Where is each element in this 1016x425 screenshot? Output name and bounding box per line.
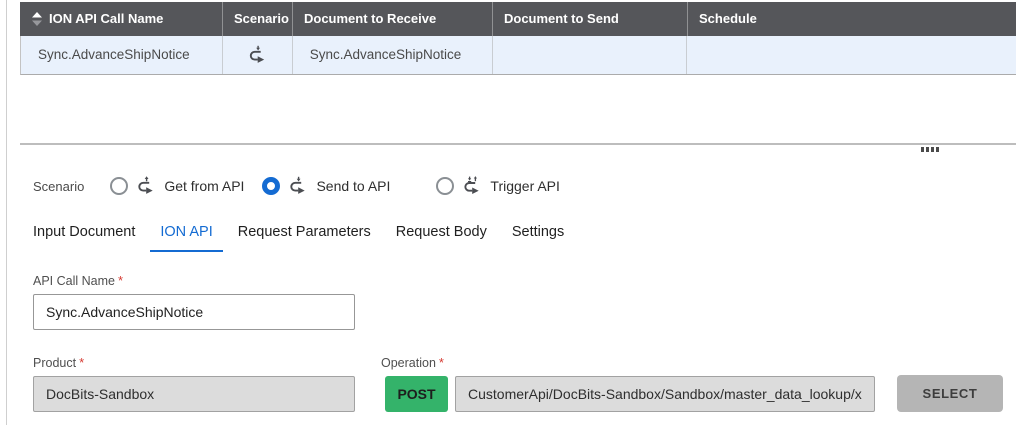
column-header-scenario: Scenario [222,2,292,36]
radio-label: Send to API [316,178,390,194]
panel-left-border [6,0,7,425]
sort-icon [32,12,42,26]
api-call-name-input[interactable] [33,294,355,330]
trigger-api-icon [462,176,482,196]
product-label: Product* [33,355,84,370]
table-header-row: ION API Call Name Scenario Document to R… [20,2,1016,36]
product-input [33,376,355,412]
column-header-schedule: Schedule [687,2,1016,36]
cell-scenario [223,36,293,74]
column-header-ion-api-call-name[interactable]: ION API Call Name [20,2,222,36]
column-header-document-to-send: Document to Send [492,2,687,36]
get-from-api-icon [136,176,156,196]
cell-api-call-name: Sync.AdvanceShipNotice [21,36,223,74]
cell-schedule [687,36,1016,74]
tab-request-parameters[interactable]: Request Parameters [228,222,381,252]
cell-document-to-receive: Sync.AdvanceShipNotice [293,36,493,74]
cell-document-to-send [493,36,688,74]
tab-ion-api[interactable]: ION API [150,222,222,252]
radio-selected[interactable] [262,177,280,195]
operation-path-input [455,376,875,412]
api-call-name-label: API Call Name* [33,273,123,288]
radio-option-get-from-api[interactable]: Get from API [110,176,244,196]
send-to-api-icon [288,176,308,196]
tab-request-body[interactable]: Request Body [386,222,497,252]
panel-divider [20,143,1016,145]
radio-unselected[interactable] [110,177,128,195]
panel-resize-gripper[interactable] [921,147,939,152]
table-row[interactable]: Sync.AdvanceShipNotice Sync.AdvanceShipN… [20,36,1016,75]
scenario-group-label: Scenario [33,179,84,194]
api-calls-table: ION API Call Name Scenario Document to R… [20,2,1016,75]
ion-api-configuration-screen: ION API Call Name Scenario Document to R… [0,0,1016,425]
radio-label: Get from API [164,178,244,194]
http-method-badge: POST [385,376,448,412]
required-asterisk: * [439,355,444,370]
tab-settings[interactable]: Settings [502,222,574,252]
radio-option-send-to-api[interactable]: Send to API [262,176,390,196]
column-header-label: ION API Call Name [49,2,163,36]
column-header-document-to-receive: Document to Receive [292,2,492,36]
radio-label: Trigger API [490,178,560,194]
operation-label: Operation* [381,355,444,370]
scenario-radio-group: Scenario Get from API [33,175,560,197]
required-asterisk: * [118,273,123,288]
radio-unselected[interactable] [436,177,454,195]
tab-input-document[interactable]: Input Document [23,222,145,252]
select-operation-button[interactable]: SELECT [897,375,1003,412]
send-to-api-icon [247,45,268,65]
required-asterisk: * [79,355,84,370]
radio-option-trigger-api[interactable]: Trigger API [436,176,560,196]
tab-bar: Input Document ION API Request Parameter… [23,222,574,252]
